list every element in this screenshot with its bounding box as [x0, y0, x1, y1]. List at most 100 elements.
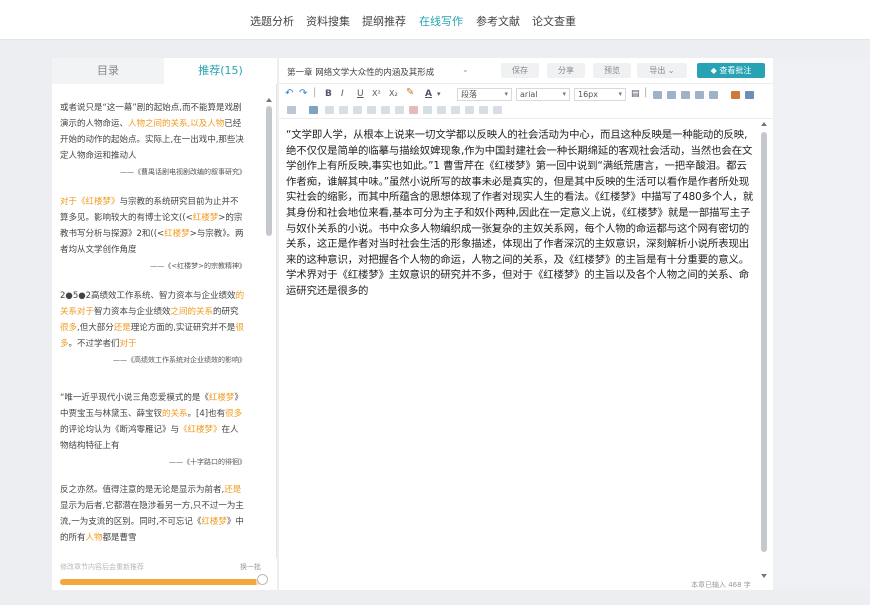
- redo-icon[interactable]: ↷: [299, 88, 307, 100]
- scrollbar-thumb[interactable]: [761, 132, 767, 552]
- recommendation-item[interactable]: 2●5●2高绩效工作系统、智力资本与企业绩效的关系对于智力资本与企业绩效之间的关…: [60, 288, 246, 368]
- indent-icon[interactable]: [287, 106, 296, 114]
- table-icon[interactable]: [745, 91, 754, 99]
- recommendation-item[interactable]: 反之亦然。值得注意的是无论是显示为前者,还是显示为后者,它都潜在隐涉着另一方,只…: [60, 482, 246, 546]
- highlighted-text: 的关系: [162, 409, 188, 419]
- scroll-down-arrow-icon[interactable]: [761, 574, 767, 578]
- highlighted-text: 对于《红楼梦》: [60, 197, 120, 207]
- insert-row-icon[interactable]: [479, 106, 488, 114]
- recommendation-text: 都是曹雪: [102, 533, 137, 543]
- highlighted-text: 《红楼梦》: [179, 425, 222, 435]
- subscript-button[interactable]: X₂: [389, 88, 398, 100]
- highlighted-text: 对于: [119, 339, 137, 349]
- align-left-icon[interactable]: [653, 91, 662, 99]
- document-body[interactable]: “文学即人学，从根本上说来一切文学都以反映人的社会活动为中心，而且这种反映是一种…: [286, 128, 754, 300]
- align-justify-icon[interactable]: [695, 91, 704, 99]
- highlighted-text: 之间的关系: [170, 307, 214, 317]
- recommendation-text: 2●5●2高绩效工作系统、智力资本与企业绩效: [60, 291, 236, 301]
- scroll-up-arrow-icon[interactable]: [761, 122, 767, 126]
- tab-toc[interactable]: 目录: [52, 58, 164, 84]
- view-annotation-button[interactable]: ◆ 查看批注: [697, 63, 765, 78]
- font-size-select[interactable]: 16px ▾: [574, 88, 626, 101]
- refresh-batch-button[interactable]: 换一批: [240, 562, 261, 572]
- cell-props-icon[interactable]: [437, 106, 446, 114]
- share-button[interactable]: 分享: [547, 63, 585, 78]
- format-painter-icon[interactable]: ✎: [406, 87, 414, 99]
- recommendation-text: 智力资本与企业绩效: [94, 307, 171, 317]
- left-panel-footer: 修改章节内容后会重新推荐 换一批: [52, 558, 277, 590]
- insert-table-icon[interactable]: [309, 106, 318, 114]
- scrollbar-thumb[interactable]: [266, 106, 272, 236]
- font-color-button[interactable]: A: [425, 88, 432, 100]
- image-icon[interactable]: [731, 91, 740, 99]
- editor-header: 第一章 网络文学大众性的内涵及其形成 ⌄ 保存 分享 预览 导出 ⌄ ◆ 查看批…: [279, 58, 773, 84]
- export-label: 导出: [649, 66, 666, 75]
- nav-item-topic-analysis[interactable]: 选题分析: [250, 13, 294, 29]
- recommendation-text: 的评论均认为《断鸿零雁记》与: [60, 425, 180, 435]
- nav-item-outline-recommend[interactable]: 提纲推荐: [362, 13, 406, 29]
- delete-row-icon[interactable]: [381, 106, 390, 114]
- recommendation-text: 。[4]也有: [187, 409, 226, 419]
- recommend-progress-bar: [60, 579, 260, 585]
- recommendation-item[interactable]: 或者说只是“这一幕”剧的起始点,而不能算是戏剧演示的人物命运、人物之间的关系,以…: [60, 100, 246, 180]
- recommendation-item[interactable]: “唯一近乎现代小说三角恋爱模式的是《红楼梦》中贾宝玉与林黛玉、薛宝钗的关系。[4…: [60, 390, 246, 470]
- highlighted-text: 人物: [85, 533, 103, 543]
- recommendation-text: “唯一近乎现代小说三角恋爱模式的是《: [60, 393, 209, 403]
- highlighted-text: 很多: [225, 409, 243, 419]
- save-button[interactable]: 保存: [501, 63, 539, 78]
- top-nav: 选题分析 资料搜集 提纲推荐 在线写作 参考文献 论文查重: [0, 0, 870, 40]
- ordered-list-icon[interactable]: [709, 91, 718, 99]
- col-props-icon[interactable]: [465, 106, 474, 114]
- preview-button[interactable]: 预览: [593, 63, 631, 78]
- table-row-icon[interactable]: [325, 106, 334, 114]
- insert-col-icon[interactable]: [493, 106, 502, 114]
- recommendation-text: 反之亦然。值得注意的是无论是显示为前者,: [60, 485, 225, 495]
- left-scrollbar[interactable]: [265, 98, 273, 548]
- row-props-icon[interactable]: [451, 106, 460, 114]
- font-family-select[interactable]: arial ▾: [516, 88, 570, 101]
- tag-icon: ◆: [710, 66, 717, 75]
- bold-button[interactable]: B: [325, 88, 332, 100]
- paragraph-style-value: 段落: [461, 90, 477, 99]
- paragraph-style-select[interactable]: 段落 ▾: [457, 88, 512, 101]
- highlighted-text: 很多: [60, 323, 78, 333]
- merge-cells-icon[interactable]: [353, 106, 362, 114]
- scroll-up-arrow-icon[interactable]: [266, 98, 272, 102]
- clear-format-icon[interactable]: ▤: [631, 88, 640, 100]
- nav-item-references[interactable]: 参考文献: [476, 13, 520, 29]
- delete-col-icon[interactable]: [395, 106, 404, 114]
- progress-fill: [60, 579, 256, 585]
- font-family-value: arial: [520, 90, 538, 99]
- undo-icon[interactable]: ↶: [285, 88, 293, 100]
- align-right-icon[interactable]: [681, 91, 690, 99]
- highlighted-text: 红楼梦: [192, 213, 219, 223]
- align-center-icon[interactable]: [667, 91, 676, 99]
- tab-recommend[interactable]: 推荐(15): [164, 58, 277, 84]
- table-col-icon[interactable]: [339, 106, 348, 114]
- chevron-down-icon[interactable]: ⌄: [462, 65, 469, 74]
- table-props-icon[interactable]: [423, 106, 432, 114]
- highlighted-text: 红楼梦: [164, 229, 190, 239]
- nav-item-online-writing[interactable]: 在线写作: [419, 13, 463, 29]
- italic-button[interactable]: I: [341, 88, 344, 100]
- recommendation-source: ——《十字路口的徘徊》: [169, 458, 246, 466]
- chapter-title[interactable]: 第一章 网络文学大众性的内涵及其形成: [287, 66, 434, 78]
- export-button[interactable]: 导出 ⌄: [637, 63, 687, 78]
- chevron-down-icon[interactable]: ▾: [437, 88, 441, 100]
- recommendation-source: ——《<红楼梦>的宗教精神》: [150, 262, 246, 270]
- underline-button[interactable]: U: [357, 88, 364, 100]
- chevron-down-icon: ⌄: [667, 66, 675, 75]
- split-cells-icon[interactable]: [367, 106, 376, 114]
- separator-icon: |: [644, 87, 648, 98]
- nav-item-material-collection[interactable]: 资料搜集: [306, 13, 350, 29]
- recommendation-item[interactable]: 对于《红楼梦》与宗教的系统研究目前为止并不算多见。影响较大的有博士论文((<红楼…: [60, 194, 246, 274]
- editor-panel: 第一章 网络文学大众性的内涵及其形成 ⌄ 保存 分享 预览 导出 ⌄ ◆ 查看批…: [279, 58, 773, 590]
- superscript-button[interactable]: X²: [372, 88, 381, 100]
- font-size-value: 16px: [578, 90, 598, 99]
- caret-icon: ▾: [618, 90, 622, 98]
- nav-item-plagiarism-check[interactable]: 论文查重: [532, 13, 576, 29]
- right-margin: [773, 58, 870, 590]
- left-panel: 目录 推荐(15) 或者说只是“这一幕”剧的起始点,而不能算是戏剧演示的人物命运…: [52, 58, 277, 590]
- editor-scrollbar[interactable]: [760, 122, 768, 584]
- delete-table-icon[interactable]: [409, 106, 418, 114]
